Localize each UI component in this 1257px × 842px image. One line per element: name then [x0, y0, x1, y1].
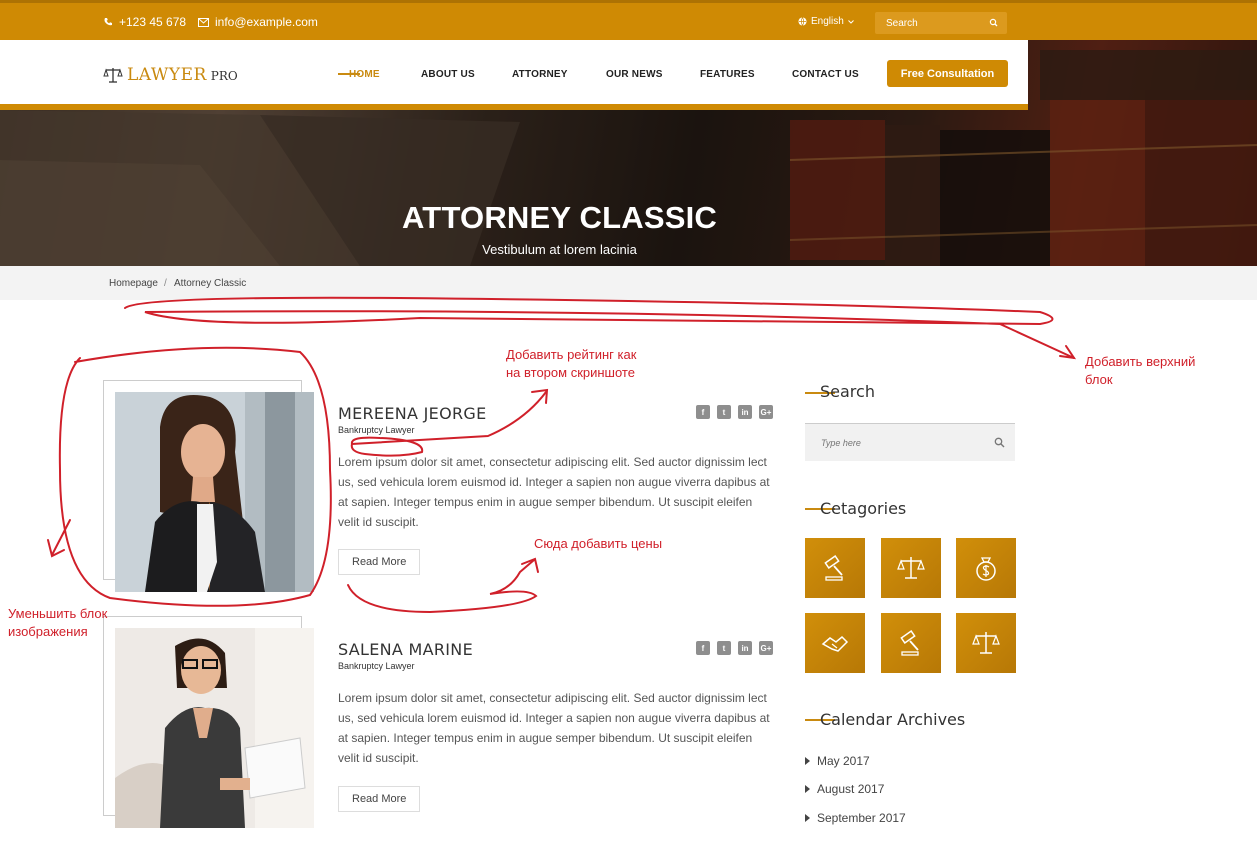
- breadcrumb-home[interactable]: Homepage: [109, 278, 158, 289]
- twitter-icon[interactable]: t: [717, 641, 731, 655]
- page-title: ATTORNEY CLASSIC: [402, 200, 717, 235]
- google-plus-icon[interactable]: G+: [759, 405, 773, 419]
- sidebar-search-title: Search: [820, 382, 875, 401]
- top-bar: +123 45 678 info@example.com English: [0, 0, 1257, 40]
- main-header: LAWYER PRO HOME ABOUT US ATTORNEY OUR NE…: [0, 40, 1028, 110]
- attorney-bio: Lorem ipsum dolor sit amet, consectetur …: [338, 688, 778, 768]
- bio-line: velit id suscipit.: [338, 751, 419, 765]
- attorney-photo[interactable]: [115, 628, 314, 828]
- archive-link[interactable]: August 2017: [805, 782, 884, 796]
- logo-name: LAWYER: [127, 65, 207, 85]
- nav-about-us[interactable]: ABOUT US: [421, 69, 475, 80]
- attorney-role: Bankruptcy Lawyer: [338, 661, 415, 671]
- search-icon[interactable]: [994, 437, 1005, 448]
- nav-features[interactable]: FEATURES: [700, 69, 755, 80]
- scales-icon: [972, 632, 1000, 654]
- bio-line: us, sed vehicula lorem euismod id. Integ…: [338, 475, 770, 489]
- attorney-portrait-image: [115, 392, 314, 592]
- social-links: f t in G+: [696, 405, 773, 419]
- social-links: f t in G+: [696, 641, 773, 655]
- handshake-icon: [821, 635, 849, 652]
- facebook-icon[interactable]: f: [696, 405, 710, 419]
- caret-right-icon: [805, 757, 810, 765]
- bio-line: us, sed vehicula lorem euismod id. Integ…: [338, 711, 770, 725]
- sidebar-categories-title: Cetagories: [820, 499, 907, 518]
- site-logo[interactable]: LAWYER PRO: [103, 65, 238, 85]
- top-search: [875, 12, 1007, 34]
- chevron-down-icon: [847, 19, 854, 24]
- category-tile[interactable]: [805, 613, 865, 673]
- category-tile[interactable]: [805, 538, 865, 598]
- envelope-icon: [198, 17, 209, 27]
- nav-contact-us[interactable]: CONTACT US: [792, 69, 859, 80]
- sidebar-search: [805, 423, 1015, 461]
- annotation-rating: Добавить рейтинг как на втором скриншоте: [506, 347, 637, 380]
- google-plus-icon[interactable]: G+: [759, 641, 773, 655]
- archive-label: May 2017: [817, 754, 870, 768]
- category-tile[interactable]: [956, 613, 1016, 673]
- bio-line: at sapien. Integer tempus enim in augue …: [338, 495, 753, 509]
- phone-icon: [104, 18, 112, 26]
- scales-logo-icon: [103, 68, 123, 83]
- language-selector[interactable]: English: [798, 16, 854, 27]
- language-label: English: [811, 16, 844, 27]
- category-tile[interactable]: [956, 538, 1016, 598]
- breadcrumb-current: Attorney Classic: [174, 278, 247, 289]
- category-tile[interactable]: [881, 613, 941, 673]
- nav-attorney[interactable]: ATTORNEY: [512, 69, 568, 80]
- annotation-top-block: Добавить верхний блок: [1085, 354, 1196, 387]
- nav-our-news[interactable]: OUR NEWS: [606, 69, 663, 80]
- phone-contact[interactable]: +123 45 678: [103, 15, 186, 29]
- logo-suffix: PRO: [210, 69, 238, 83]
- free-consultation-button[interactable]: Free Consultation: [887, 60, 1008, 87]
- archive-label: August 2017: [817, 782, 885, 796]
- read-more-button[interactable]: Read More: [338, 549, 420, 575]
- sidebar-search-input[interactable]: [805, 424, 985, 461]
- annotation-prices: Сюда добавить цены: [534, 536, 663, 551]
- sidebar-archives-title: Calendar Archives: [820, 710, 966, 729]
- attorney-role: Bankruptcy Lawyer: [338, 425, 415, 435]
- bio-line: Lorem ipsum dolor sit amet, consectetur …: [338, 455, 767, 469]
- archive-link[interactable]: May 2017: [805, 754, 870, 768]
- category-tile[interactable]: [881, 538, 941, 598]
- page-subtitle: Vestibulum at lorem lacinia: [482, 242, 637, 257]
- gavel-icon: [900, 630, 919, 656]
- read-more-button[interactable]: Read More: [338, 786, 420, 812]
- globe-icon: [798, 17, 807, 26]
- archive-label: September 2017: [817, 811, 906, 825]
- linkedin-icon[interactable]: in: [738, 405, 752, 419]
- email-address: info@example.com: [215, 15, 318, 29]
- breadcrumb-separator: /: [164, 278, 167, 289]
- money-bag-icon: [976, 557, 996, 581]
- caret-right-icon: [805, 785, 810, 793]
- facebook-icon[interactable]: f: [696, 641, 710, 655]
- bio-line: at sapien. Integer tempus enim in augue …: [338, 731, 753, 745]
- search-icon[interactable]: [988, 17, 1000, 29]
- breadcrumb: Homepage / Attorney Classic: [0, 266, 1257, 300]
- archive-link[interactable]: September 2017: [805, 811, 906, 825]
- attorney-photo[interactable]: [115, 392, 314, 592]
- attorney-bio: Lorem ipsum dolor sit amet, consectetur …: [338, 452, 778, 532]
- bio-line: Lorem ipsum dolor sit amet, consectetur …: [338, 691, 767, 705]
- phone-number: +123 45 678: [119, 15, 187, 29]
- email-contact[interactable]: info@example.com: [198, 15, 318, 29]
- annotation-shrink-image: Уменьшить блок изображения: [8, 606, 108, 639]
- attorney-name[interactable]: MEREENA JEORGE: [338, 404, 487, 423]
- linkedin-icon[interactable]: in: [738, 641, 752, 655]
- nav-home[interactable]: HOME: [349, 69, 380, 80]
- gavel-icon: [824, 555, 843, 581]
- caret-right-icon: [805, 814, 810, 822]
- bio-line: velit id suscipit.: [338, 515, 419, 529]
- top-search-input[interactable]: [875, 12, 985, 34]
- attorney-name[interactable]: SALENA MARINE: [338, 640, 473, 659]
- twitter-icon[interactable]: t: [717, 405, 731, 419]
- attorney-portrait-image: [115, 628, 314, 828]
- scales-icon: [897, 557, 925, 579]
